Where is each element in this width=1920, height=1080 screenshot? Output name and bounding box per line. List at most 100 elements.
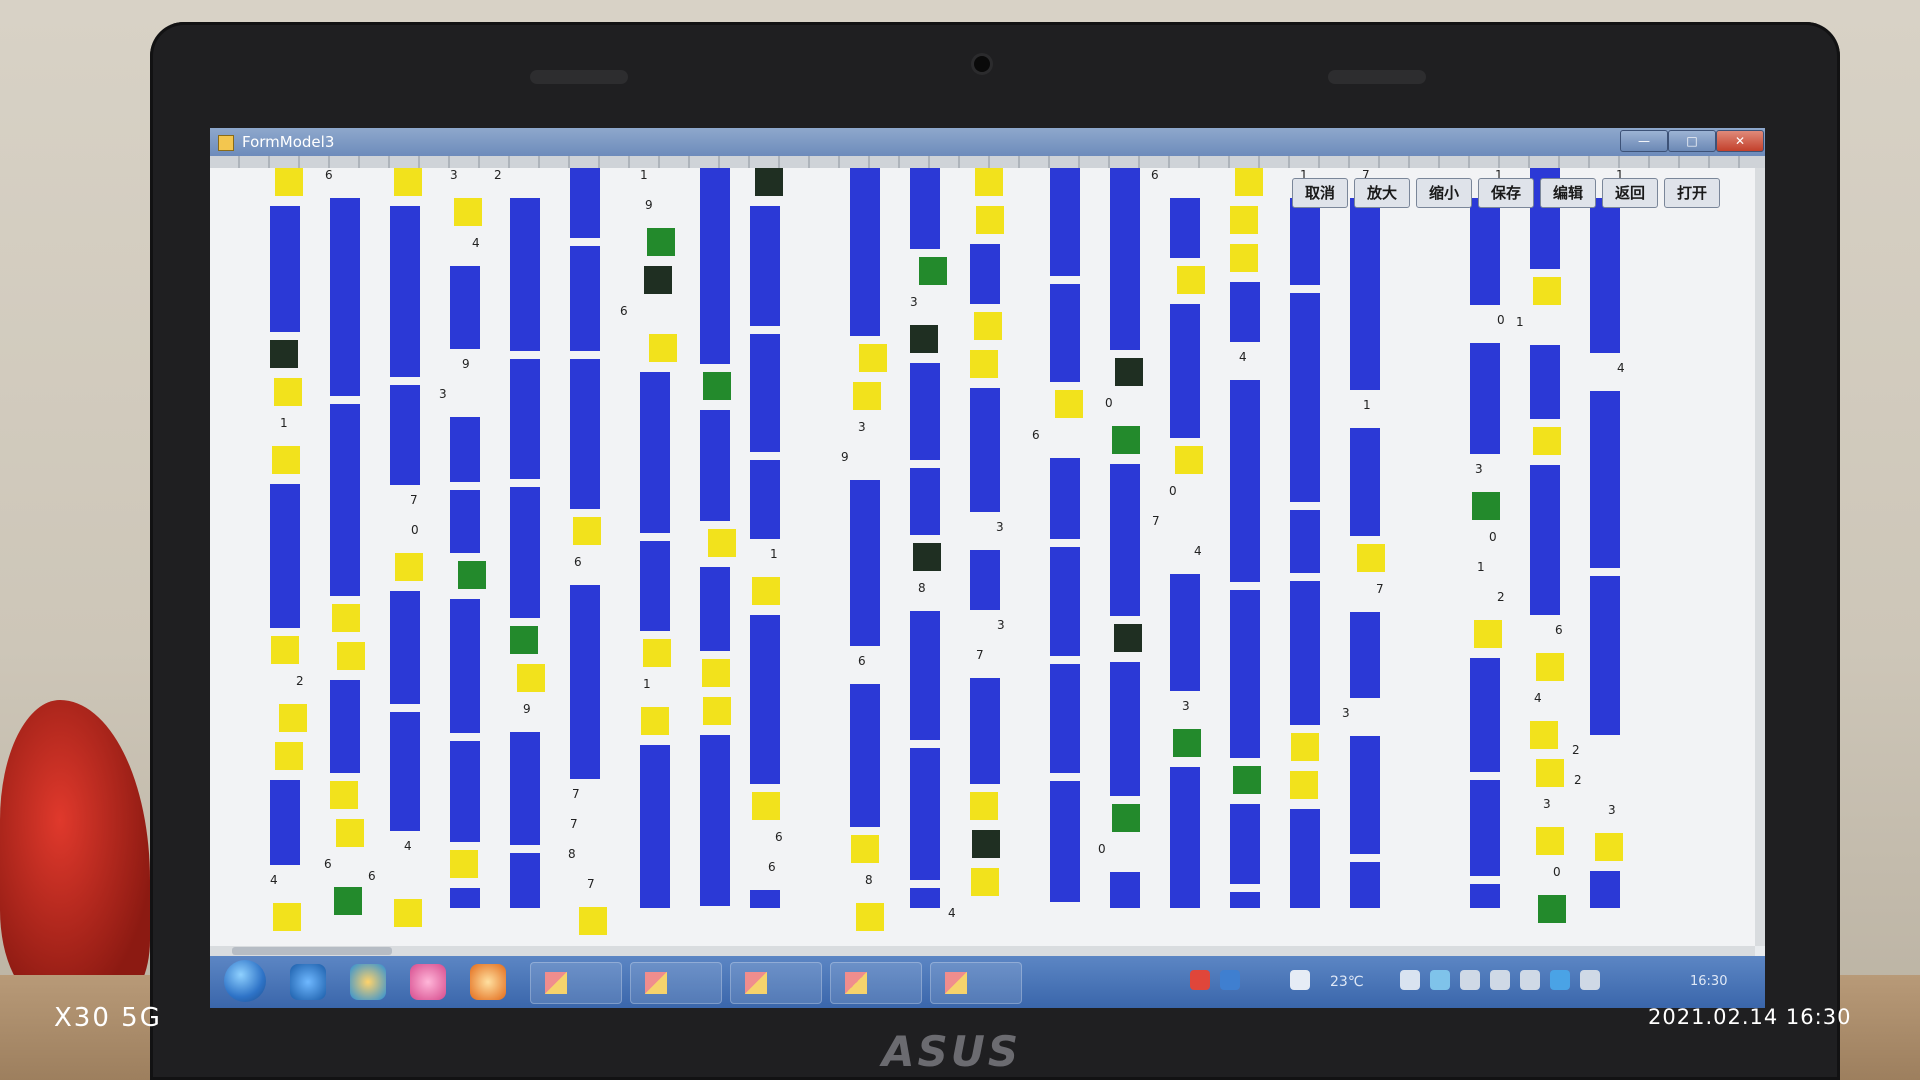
grid-number: 0 — [1553, 865, 1561, 879]
grid-cell — [1290, 771, 1318, 799]
grid-bar — [910, 611, 940, 740]
scrollbar-thumb[interactable] — [232, 947, 392, 955]
grid-number: 6 — [325, 168, 333, 182]
grid-cell — [274, 378, 302, 406]
grid-number: 4 — [472, 236, 480, 250]
laptop-screen: FormModel3 — □ ✕ 1 2 4 6 6 7 0 4 6 3 4 9 3 2 9 6 7 7 8 7 1 9 6… — [210, 128, 1765, 1008]
grid-bar — [450, 741, 480, 842]
grid-cell — [641, 707, 669, 735]
grid-bar — [640, 372, 670, 533]
grid-bar — [390, 206, 420, 377]
power-icon[interactable] — [1580, 970, 1600, 990]
grid-number: 1 — [643, 677, 651, 691]
grid-bar — [970, 244, 1000, 304]
media-player-icon[interactable] — [350, 964, 386, 1000]
vertical-scrollbar[interactable] — [1755, 168, 1765, 946]
lifebuoy-icon[interactable] — [470, 964, 506, 1000]
close-button[interactable]: ✕ — [1716, 130, 1764, 152]
shield-icon[interactable] — [1430, 970, 1450, 990]
pattern-grid[interactable]: 1 2 4 6 6 7 0 4 6 3 4 9 3 2 9 6 7 7 8 7 1 9 6 1 1 6 6 3 9 6 8 3 8 3 3 7 4 6 0 0… — [210, 168, 1755, 946]
input-method-icon[interactable] — [1190, 970, 1210, 990]
grid-bar — [1470, 780, 1500, 876]
grid-cell — [1175, 446, 1203, 474]
taskbar-window-3[interactable] — [730, 962, 822, 1004]
grid-bar — [570, 585, 600, 779]
grid-cell — [394, 899, 422, 927]
grid-cell — [1115, 358, 1143, 386]
grid-bar — [570, 168, 600, 238]
sync-icon[interactable] — [1550, 970, 1570, 990]
grid-cell — [1357, 544, 1385, 572]
tray-clock[interactable]: 16:30 — [1690, 974, 1727, 989]
grid-bar — [1350, 198, 1380, 390]
grid-number: 2 — [1572, 743, 1580, 757]
grid-cell — [1230, 206, 1258, 234]
network-icon[interactable] — [1490, 970, 1510, 990]
grid-number: 3 — [1182, 699, 1190, 713]
weather-icon[interactable] — [1290, 970, 1310, 990]
grid-bar — [510, 732, 540, 845]
horizontal-scrollbar[interactable] — [210, 946, 1755, 956]
volume-icon[interactable] — [1460, 970, 1480, 990]
start-button[interactable] — [224, 960, 266, 1002]
open-button[interactable]: 打开 — [1664, 178, 1720, 208]
ie-icon[interactable] — [290, 964, 326, 1000]
grid-bar — [330, 198, 360, 396]
grid-bar — [1470, 658, 1500, 772]
grid-bar — [750, 334, 780, 452]
taskbar-window-5[interactable] — [930, 962, 1022, 1004]
app-icon — [218, 135, 234, 151]
speaker-icon[interactable] — [1520, 970, 1540, 990]
grid-number: 6 — [1151, 168, 1159, 182]
grid-cell — [1536, 653, 1564, 681]
minimize-button[interactable]: — — [1620, 130, 1668, 152]
grid-cell — [859, 344, 887, 372]
grid-number: 3 — [996, 520, 1004, 534]
grid-bar — [1350, 736, 1380, 854]
bezel-bump-right — [1328, 70, 1426, 84]
zoom-in-button[interactable]: 放大 — [1354, 178, 1410, 208]
grid-number: 0 — [1169, 484, 1177, 498]
bezel-bump-left — [530, 70, 628, 84]
grid-cell — [702, 659, 730, 687]
grid-bar — [1050, 664, 1080, 773]
taskbar-window-1[interactable] — [530, 962, 622, 1004]
grid-cell — [279, 704, 307, 732]
zoom-out-button[interactable]: 缩小 — [1416, 178, 1472, 208]
grid-bar — [750, 206, 780, 326]
grid-bar — [1110, 872, 1140, 908]
help-icon[interactable] — [1220, 970, 1240, 990]
maximize-button[interactable]: □ — [1668, 130, 1716, 152]
edit-button[interactable]: 编辑 — [1540, 178, 1596, 208]
grid-bar — [700, 168, 730, 364]
taskbar-window-4[interactable] — [830, 962, 922, 1004]
app-pin-icon[interactable] — [410, 964, 446, 1000]
grid-number: 4 — [1239, 350, 1247, 364]
grid-bar — [1050, 168, 1080, 276]
grid-number: 0 — [1098, 842, 1106, 856]
grid-cell — [1055, 390, 1083, 418]
grid-bar — [850, 684, 880, 827]
window-titlebar[interactable]: FormModel3 — □ ✕ — [210, 128, 1765, 156]
grid-cell — [1114, 624, 1142, 652]
flag-icon[interactable] — [1400, 970, 1420, 990]
grid-cell — [336, 819, 364, 847]
grid-bar — [450, 266, 480, 349]
grid-cell — [1533, 427, 1561, 455]
cancel-button[interactable]: 取消 — [1292, 178, 1348, 208]
grid-cell — [395, 553, 423, 581]
grid-bar — [910, 363, 940, 460]
grid-number: 6 — [768, 860, 776, 874]
laptop-logo: ASUS — [882, 1027, 1022, 1076]
grid-cell — [853, 382, 881, 410]
grid-bar — [1470, 884, 1500, 908]
grid-cell — [270, 340, 298, 368]
grid-bar — [1350, 428, 1380, 536]
grid-cell — [919, 257, 947, 285]
grid-cell — [1233, 766, 1261, 794]
grid-bar — [970, 550, 1000, 610]
taskbar-window-2[interactable] — [630, 962, 722, 1004]
back-button[interactable]: 返回 — [1602, 178, 1658, 208]
grid-number: 7 — [587, 877, 595, 891]
save-button[interactable]: 保存 — [1478, 178, 1534, 208]
